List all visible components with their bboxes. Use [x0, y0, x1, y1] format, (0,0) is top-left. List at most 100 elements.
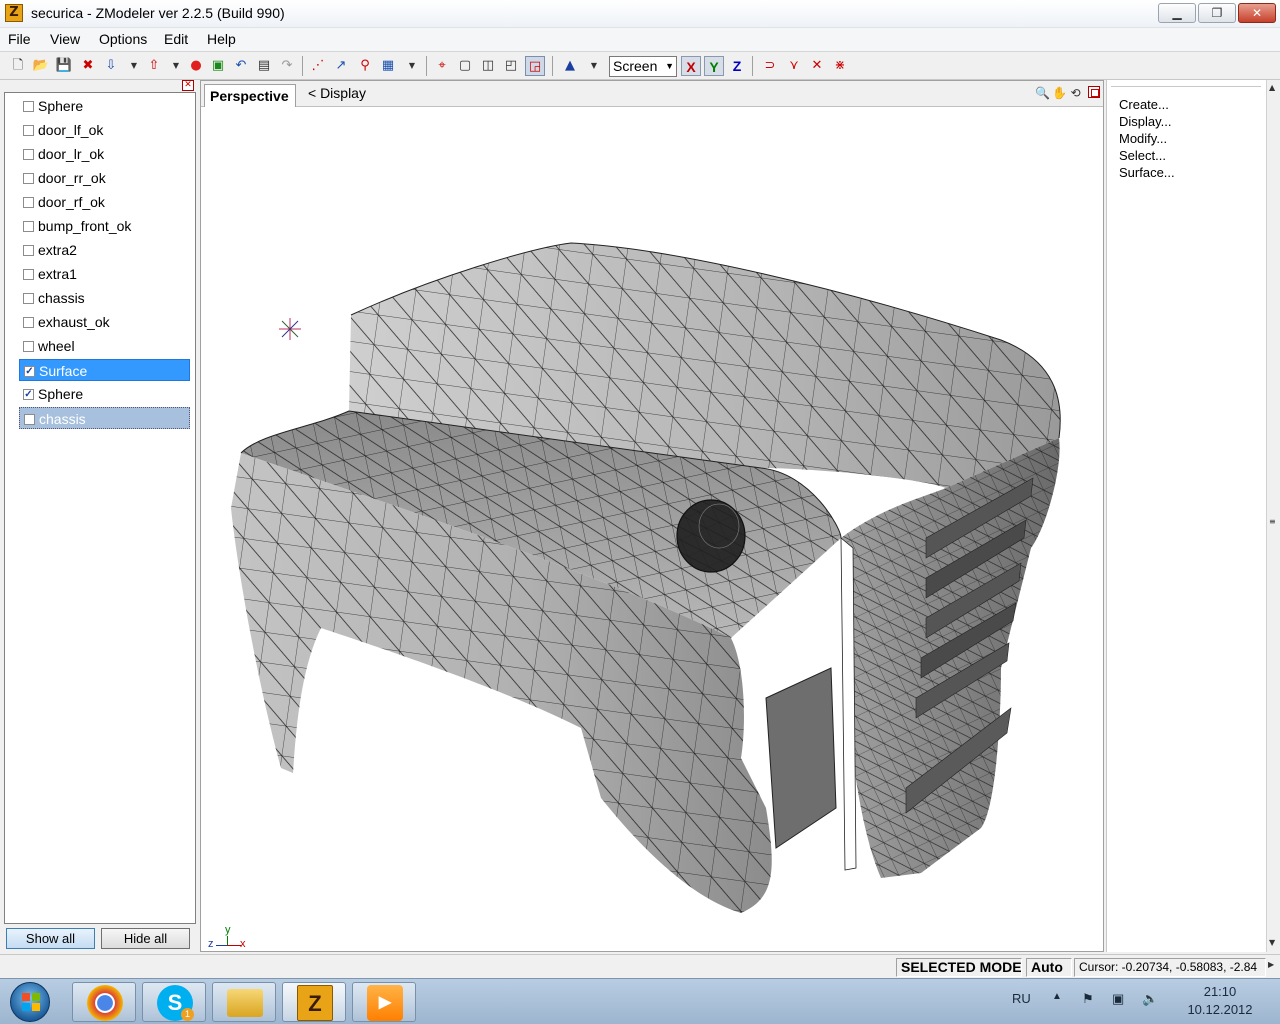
- sphere-object[interactable]: [676, 499, 746, 573]
- coordinate-system-select[interactable]: Screen ▼: [609, 56, 677, 77]
- taskbar-explorer[interactable]: [212, 982, 276, 1022]
- surface-mode-icon[interactable]: ◲: [525, 56, 545, 76]
- close-button[interactable]: ✕: [1238, 3, 1276, 23]
- object-list-item[interactable]: chassis: [19, 407, 190, 429]
- axis-y-toggle[interactable]: Y: [704, 56, 724, 76]
- action-center-flag-icon[interactable]: ⚑: [1082, 991, 1094, 1007]
- zoom-icon[interactable]: 🔍: [1035, 84, 1050, 102]
- vertex-mode-icon[interactable]: ⌖: [432, 56, 452, 76]
- command-panel-scrollbar[interactable]: ▲ ≡ ▼: [1266, 80, 1280, 952]
- import-dropdown-icon[interactable]: ▼: [124, 56, 144, 76]
- object-list-item[interactable]: bump_front_ok: [19, 215, 190, 237]
- show-all-button[interactable]: Show all: [6, 928, 95, 949]
- select-edge-icon[interactable]: ↗: [331, 56, 351, 76]
- texture-icon[interactable]: ▣: [208, 56, 228, 76]
- axis-z-toggle[interactable]: Z: [727, 56, 747, 76]
- scroll-down-icon[interactable]: ▼: [1269, 938, 1275, 947]
- object-list-item[interactable]: chassis: [19, 287, 190, 309]
- rotate-view-icon[interactable]: ⟲: [1068, 84, 1083, 102]
- visibility-checkbox[interactable]: [23, 125, 34, 136]
- snap-magnet-icon[interactable]: ⊃: [760, 56, 780, 76]
- visibility-checkbox[interactable]: [23, 245, 34, 256]
- object-list-item[interactable]: exhaust_ok: [19, 311, 190, 333]
- object-list-item[interactable]: ✓ Surface: [19, 359, 190, 381]
- lock-z-icon[interactable]: ⋇: [830, 56, 850, 76]
- lock-y-icon[interactable]: ✕: [807, 56, 827, 76]
- menu-help[interactable]: Help: [207, 31, 236, 47]
- notes-icon[interactable]: ▤: [254, 56, 274, 76]
- normals-icon[interactable]: ▲: [560, 56, 580, 76]
- object-mode-icon[interactable]: ◰: [501, 56, 521, 76]
- command-display[interactable]: Display...: [1119, 114, 1172, 129]
- light-pivot-icon[interactable]: [279, 318, 301, 340]
- face-mode-icon[interactable]: ◫: [478, 56, 498, 76]
- start-button[interactable]: [10, 982, 50, 1022]
- tab-perspective[interactable]: Perspective: [204, 84, 296, 107]
- undo-icon[interactable]: ↶: [231, 56, 251, 76]
- command-create[interactable]: Create...: [1119, 97, 1169, 112]
- visibility-checkbox[interactable]: [23, 221, 34, 232]
- taskbar-media-player[interactable]: ▶: [352, 982, 416, 1022]
- scroll-right-icon[interactable]: ▶: [1268, 960, 1274, 969]
- object-list-item[interactable]: door_lf_ok: [19, 119, 190, 141]
- object-list-item[interactable]: wheel: [19, 335, 190, 357]
- object-list-item[interactable]: Sphere: [19, 95, 190, 117]
- hide-all-button[interactable]: Hide all: [101, 928, 190, 949]
- menu-view[interactable]: View: [50, 31, 80, 47]
- save-icon[interactable]: 💾: [54, 56, 74, 76]
- open-folder-icon[interactable]: 📂: [31, 56, 51, 76]
- export-icon[interactable]: ⇧: [144, 56, 164, 76]
- viewport-maximize-icon[interactable]: [1088, 86, 1100, 98]
- volume-icon[interactable]: 🔈: [1142, 991, 1158, 1007]
- new-file-icon[interactable]: 🗋: [8, 56, 28, 76]
- import-icon[interactable]: ⇩: [101, 56, 121, 76]
- 3d-model-canvas[interactable]: [201, 108, 1103, 952]
- visibility-checkbox[interactable]: [23, 269, 34, 280]
- visibility-checkbox[interactable]: [23, 101, 34, 112]
- select-object-icon[interactable]: ▦: [378, 56, 398, 76]
- menu-options[interactable]: Options: [99, 31, 147, 47]
- scroll-thumb-icon[interactable]: ≡: [1269, 517, 1276, 526]
- visibility-checkbox[interactable]: ✓: [23, 389, 34, 400]
- visibility-checkbox[interactable]: [23, 341, 34, 352]
- auto-status[interactable]: Auto: [1026, 958, 1072, 977]
- display-breadcrumb[interactable]: < Display: [308, 84, 366, 102]
- command-modify[interactable]: Modify...: [1119, 131, 1167, 146]
- visibility-checkbox[interactable]: ✓: [24, 366, 35, 377]
- visibility-checkbox[interactable]: [23, 173, 34, 184]
- edge-mode-icon[interactable]: ▢: [455, 56, 475, 76]
- minimize-button[interactable]: ▁: [1158, 3, 1196, 23]
- object-list-item[interactable]: door_rf_ok: [19, 191, 190, 213]
- system-clock[interactable]: 21:10 10.12.2012: [1180, 983, 1260, 1019]
- zmodeler-app-icon[interactable]: Z: [5, 4, 23, 22]
- visibility-checkbox[interactable]: [23, 197, 34, 208]
- command-select[interactable]: Select...: [1119, 148, 1166, 163]
- panel-close-icon[interactable]: ✕: [182, 80, 194, 91]
- object-list-item[interactable]: door_lr_ok: [19, 143, 190, 165]
- axis-x-toggle[interactable]: X: [681, 56, 701, 76]
- select-dropdown-icon[interactable]: ▼: [402, 56, 422, 76]
- object-list-item[interactable]: extra1: [19, 263, 190, 285]
- select-face-icon[interactable]: ⚲: [355, 56, 375, 76]
- object-list-item[interactable]: extra2: [19, 239, 190, 261]
- visibility-checkbox[interactable]: [23, 149, 34, 160]
- export-dropdown-icon[interactable]: ▼: [166, 56, 186, 76]
- visibility-checkbox[interactable]: [24, 414, 35, 425]
- normals-dropdown-icon[interactable]: ▼: [584, 56, 604, 76]
- tray-expand-icon[interactable]: ▲: [1052, 991, 1062, 1002]
- viewport-perspective[interactable]: Perspective < Display 🔍 ✋ ⟲ z y x: [200, 80, 1104, 952]
- taskbar-zmodeler[interactable]: Z: [282, 982, 346, 1022]
- menu-edit[interactable]: Edit: [164, 31, 188, 47]
- taskbar-chrome[interactable]: [72, 982, 136, 1022]
- select-vertex-icon[interactable]: ⋰: [308, 56, 328, 76]
- visibility-checkbox[interactable]: [23, 317, 34, 328]
- language-indicator[interactable]: RU: [1012, 991, 1031, 1006]
- network-icon[interactable]: ▣: [1112, 991, 1124, 1007]
- record-icon[interactable]: ●: [186, 56, 206, 76]
- lock-x-icon[interactable]: ⋎: [784, 56, 804, 76]
- visibility-checkbox[interactable]: [23, 293, 34, 304]
- menu-file[interactable]: File: [8, 31, 31, 47]
- restore-button[interactable]: ❐: [1198, 3, 1236, 23]
- redo-icon[interactable]: ↷: [277, 56, 297, 76]
- delete-icon[interactable]: ✖: [78, 56, 98, 76]
